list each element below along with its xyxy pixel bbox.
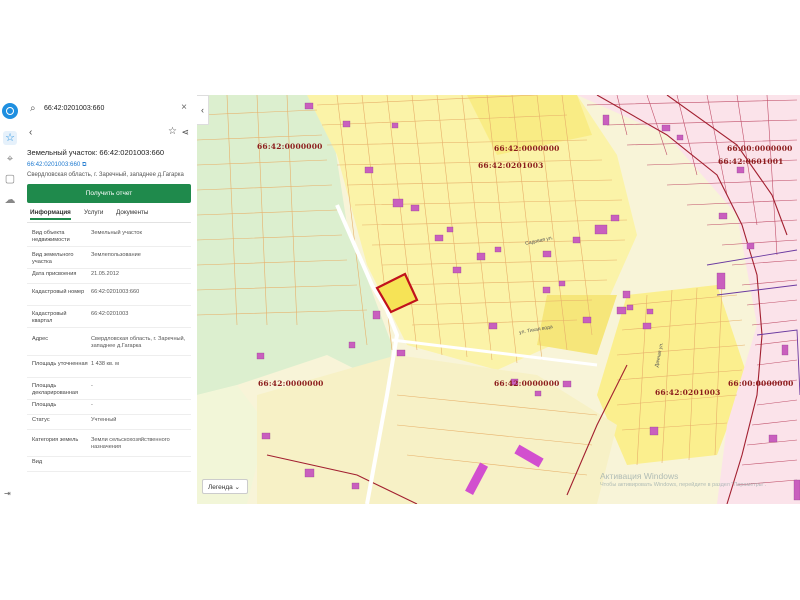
info-row-key: Кадастровый квартал	[32, 310, 67, 324]
map-label-quarter: 66:42:0601001	[718, 157, 784, 166]
info-row: Вид земельного участка Землепользование	[27, 247, 191, 269]
copy-icon[interactable]: ⧉	[82, 161, 86, 168]
app-window: ☆ ⌖ ▢ ☁ ⇥ ⌕ 66:42:0201003:660 × ‹ ☆ ⋖ Зе…	[0, 95, 800, 504]
info-row: Вид объекта недвижимости Земельный участо…	[27, 225, 191, 247]
info-row: Площадь -	[27, 400, 191, 415]
map-label-quarter: 66:42:0000000	[494, 144, 560, 153]
map-label-quarter: 66:42:0201003	[655, 388, 721, 397]
info-row-value: 66:42:0201003	[91, 310, 129, 317]
panel-header: ‹ ☆ ⋖	[26, 126, 191, 141]
square-icon[interactable]: ▢	[3, 172, 17, 186]
info-row: Кадастровый квартал 66:42:0201003	[27, 306, 191, 328]
clear-search-icon[interactable]: ×	[181, 102, 187, 113]
search-box[interactable]: ⌕ 66:42:0201003:660 ×	[26, 101, 191, 119]
info-row-value: Землепользование	[91, 251, 141, 258]
windows-activation-subtext: Чтобы активировать Windows, перейдите в …	[600, 482, 767, 488]
collapse-panel-button[interactable]: ‹	[197, 95, 209, 125]
map-label-quarter: 66:42:0000000	[258, 379, 324, 388]
cloud-icon[interactable]: ☁	[3, 193, 17, 207]
info-row: Категория земель Земли сельскохозяйственн…	[27, 430, 191, 457]
panel-tabs: Информация Услуги Документы	[27, 208, 191, 223]
share-icon[interactable]: ⋖	[181, 127, 189, 138]
map-label-quarter: 66:00:0000000	[728, 379, 794, 388]
pin-icon[interactable]: ⌖	[3, 152, 17, 166]
info-row-value: 1 438 кв. м	[91, 360, 119, 367]
info-row-key: Вид	[32, 459, 43, 465]
info-row-key: Площадь декларированная	[32, 382, 79, 396]
info-row-value: Земельный участок	[91, 229, 142, 236]
info-row-key: Вид земельного участка	[32, 251, 74, 265]
tab-services[interactable]: Услуги	[84, 209, 103, 216]
info-row-key: Статус	[32, 417, 50, 423]
tab-documents[interactable]: Документы	[116, 209, 148, 216]
info-row-value: 21.05.2012	[91, 271, 119, 277]
info-row-value: 66:42:0201003:660	[91, 288, 140, 295]
star-icon[interactable]: ☆	[3, 131, 17, 145]
parcel-address-short: Свердловская область, г. Заречный, запад…	[27, 172, 184, 178]
info-row-key: Кадастровый номер	[32, 288, 85, 295]
info-row-key: Категория земель	[32, 437, 79, 443]
logout-icon[interactable]: ⇥	[4, 489, 11, 498]
parcel-number-link[interactable]: 66:42:0201003:660 ⧉	[27, 161, 87, 169]
parcel-number-text[interactable]: 66:42:0201003:660	[27, 161, 80, 168]
search-icon: ⌕	[30, 103, 36, 114]
info-row-value: Учтенный	[91, 417, 117, 423]
info-row-value: -	[91, 402, 93, 408]
info-table: Вид объекта недвижимости Земельный участо…	[27, 225, 191, 472]
info-row: Кадастровый номер 66:42:0201003:660	[27, 284, 191, 306]
info-row-value: -	[91, 382, 93, 389]
map-label-quarter: 66:42:0201003	[478, 161, 544, 170]
legend-button[interactable]: Легенда ⌄	[202, 479, 248, 494]
tab-info[interactable]: Информация	[30, 209, 71, 220]
info-row-key: Вид объекта недвижимости	[32, 229, 70, 243]
get-report-button[interactable]: Получить отчет	[27, 184, 191, 203]
info-row: Площадь уточненная 1 438 кв. м	[27, 356, 191, 378]
info-row-value: Свердловская область, г. Заречный, запад…	[91, 335, 186, 349]
map-label-quarter: 66:42:0000000	[257, 142, 323, 151]
info-row: Статус Учтенный	[27, 415, 191, 430]
favorite-icon[interactable]: ☆	[168, 126, 177, 137]
info-panel: ⌕ 66:42:0201003:660 × ‹ ☆ ⋖ Земельный уч…	[20, 95, 198, 504]
parcel-title: Земельный участок: 66:42:0201003:660	[27, 148, 165, 157]
map-canvas[interactable]	[197, 95, 800, 504]
info-row: Дата присвоения 21.05.2012	[27, 269, 191, 284]
back-icon[interactable]: ‹	[29, 127, 32, 138]
map-label-quarter: 66:42:0000000	[494, 379, 560, 388]
info-row: Площадь декларированная -	[27, 378, 191, 400]
chevron-down-icon[interactable]: ⌄	[235, 484, 240, 491]
app-logo-icon[interactable]	[2, 103, 18, 119]
map-label-quarter: 66:00:0000000	[727, 144, 793, 153]
search-input[interactable]: 66:42:0201003:660	[44, 105, 104, 112]
windows-activation-watermark: Активация Windows	[600, 471, 679, 481]
info-row: Адрес Свердловская область, г. Заречный, …	[27, 328, 191, 356]
left-rail: ☆ ⌖ ▢ ☁ ⇥	[0, 95, 21, 504]
cadastral-map[interactable]: 66:42:0000000 66:42:0000000 66:42:020100…	[197, 95, 800, 504]
legend-label[interactable]: Легенда	[208, 484, 233, 491]
info-row: Вид	[27, 457, 191, 472]
info-row-key: Дата присвоения	[32, 271, 77, 277]
info-row-value: Земли сельскохозяйственного назначения	[91, 437, 170, 450]
info-row-key: Площадь уточненная	[32, 360, 88, 367]
info-row-key: Адрес	[32, 335, 49, 342]
info-row-key: Площадь	[32, 402, 57, 408]
